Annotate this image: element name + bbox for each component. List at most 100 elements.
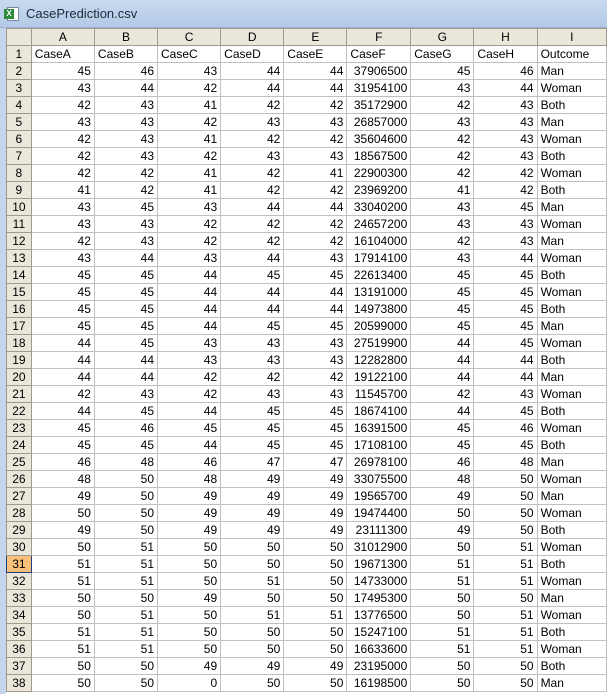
cell-a11[interactable]: 43 xyxy=(30,215,95,233)
cell-g29[interactable]: 49 xyxy=(410,521,475,539)
cell-c6[interactable]: 41 xyxy=(157,130,222,148)
cell-g22[interactable]: 44 xyxy=(410,402,475,420)
cell-f3[interactable]: 31954100 xyxy=(346,79,412,97)
cell-g25[interactable]: 46 xyxy=(410,453,475,471)
cell-c3[interactable]: 42 xyxy=(157,79,222,97)
cell-a26[interactable]: 48 xyxy=(30,470,95,488)
cell-e37[interactable]: 49 xyxy=(283,657,348,675)
cell-d25[interactable]: 47 xyxy=(220,453,285,471)
cell-a20[interactable]: 44 xyxy=(30,368,95,386)
cell-e24[interactable]: 45 xyxy=(283,436,348,454)
cell-h33[interactable]: 50 xyxy=(473,589,538,607)
cell-i21[interactable]: Woman xyxy=(536,385,607,403)
cell-e2[interactable]: 44 xyxy=(283,62,348,80)
row-header[interactable]: 21 xyxy=(6,385,32,403)
row-header[interactable]: 37 xyxy=(6,657,32,675)
cell-i36[interactable]: Woman xyxy=(536,640,607,658)
cell-i1[interactable]: Outcome xyxy=(536,45,607,63)
cell-g9[interactable]: 41 xyxy=(410,181,475,199)
cell-a27[interactable]: 49 xyxy=(30,487,95,505)
row-header[interactable]: 11 xyxy=(6,215,32,233)
cell-f2[interactable]: 37906500 xyxy=(346,62,412,80)
row-header[interactable]: 23 xyxy=(6,419,32,437)
cell-i10[interactable]: Man xyxy=(536,198,607,216)
cell-f27[interactable]: 19565700 xyxy=(346,487,412,505)
cell-b2[interactable]: 46 xyxy=(93,62,159,80)
cell-f10[interactable]: 33040200 xyxy=(346,198,412,216)
cell-e3[interactable]: 44 xyxy=(283,79,348,97)
cell-b13[interactable]: 44 xyxy=(93,249,159,267)
cell-i18[interactable]: Woman xyxy=(536,334,607,352)
cell-g20[interactable]: 44 xyxy=(410,368,475,386)
cell-i5[interactable]: Man xyxy=(536,113,607,131)
cell-d30[interactable]: 50 xyxy=(220,538,285,556)
cell-h32[interactable]: 51 xyxy=(473,572,538,590)
column-header-i[interactable]: I xyxy=(536,28,607,46)
cell-c25[interactable]: 46 xyxy=(157,453,222,471)
row-header[interactable]: 27 xyxy=(6,487,32,505)
cell-e7[interactable]: 43 xyxy=(283,147,348,165)
cell-a21[interactable]: 42 xyxy=(30,385,95,403)
cell-b9[interactable]: 42 xyxy=(93,181,159,199)
cell-h5[interactable]: 43 xyxy=(473,113,538,131)
row-header[interactable]: 26 xyxy=(6,470,32,488)
cell-i38[interactable]: Man xyxy=(536,674,607,692)
cell-e5[interactable]: 43 xyxy=(283,113,348,131)
cell-g17[interactable]: 45 xyxy=(410,317,475,335)
cell-e25[interactable]: 47 xyxy=(283,453,348,471)
cell-d32[interactable]: 51 xyxy=(220,572,285,590)
cell-g7[interactable]: 42 xyxy=(410,147,475,165)
cell-d21[interactable]: 43 xyxy=(220,385,285,403)
cell-c21[interactable]: 42 xyxy=(157,385,222,403)
cell-b7[interactable]: 43 xyxy=(93,147,159,165)
cell-b29[interactable]: 50 xyxy=(93,521,159,539)
cell-d37[interactable]: 49 xyxy=(220,657,285,675)
cell-f16[interactable]: 14973800 xyxy=(346,300,412,318)
row-header[interactable]: 12 xyxy=(6,232,32,250)
cell-c15[interactable]: 44 xyxy=(157,283,222,301)
cell-i35[interactable]: Both xyxy=(536,623,607,641)
cell-d9[interactable]: 42 xyxy=(220,181,285,199)
cell-g8[interactable]: 42 xyxy=(410,164,475,182)
cell-f20[interactable]: 19122100 xyxy=(346,368,412,386)
cell-i25[interactable]: Man xyxy=(536,453,607,471)
cell-c8[interactable]: 41 xyxy=(157,164,222,182)
cell-c24[interactable]: 44 xyxy=(157,436,222,454)
cell-h16[interactable]: 45 xyxy=(473,300,538,318)
cell-e9[interactable]: 42 xyxy=(283,181,348,199)
cell-i23[interactable]: Woman xyxy=(536,419,607,437)
cell-g21[interactable]: 42 xyxy=(410,385,475,403)
cell-g12[interactable]: 42 xyxy=(410,232,475,250)
cell-g35[interactable]: 51 xyxy=(410,623,475,641)
cell-a19[interactable]: 44 xyxy=(30,351,95,369)
cell-f5[interactable]: 26857000 xyxy=(346,113,412,131)
row-header[interactable]: 1 xyxy=(6,45,32,63)
cell-c29[interactable]: 49 xyxy=(157,521,222,539)
cell-f12[interactable]: 16104000 xyxy=(346,232,412,250)
cell-h31[interactable]: 51 xyxy=(473,555,538,573)
cell-f21[interactable]: 11545700 xyxy=(346,385,412,403)
cell-i11[interactable]: Woman xyxy=(536,215,607,233)
cell-e11[interactable]: 42 xyxy=(283,215,348,233)
cell-f1[interactable]: CaseF xyxy=(346,45,412,63)
cell-b5[interactable]: 43 xyxy=(93,113,159,131)
cell-g3[interactable]: 43 xyxy=(410,79,475,97)
cell-h10[interactable]: 45 xyxy=(473,198,538,216)
cell-b8[interactable]: 42 xyxy=(93,164,159,182)
cell-d15[interactable]: 44 xyxy=(220,283,285,301)
cell-b35[interactable]: 51 xyxy=(93,623,159,641)
cell-g34[interactable]: 50 xyxy=(410,606,475,624)
cell-f31[interactable]: 19671300 xyxy=(346,555,412,573)
cell-f30[interactable]: 31012900 xyxy=(346,538,412,556)
cell-c37[interactable]: 49 xyxy=(157,657,222,675)
cell-g24[interactable]: 45 xyxy=(410,436,475,454)
cell-g32[interactable]: 51 xyxy=(410,572,475,590)
row-header[interactable]: 28 xyxy=(6,504,32,522)
cell-a36[interactable]: 51 xyxy=(30,640,95,658)
cell-b28[interactable]: 50 xyxy=(93,504,159,522)
cell-h11[interactable]: 43 xyxy=(473,215,538,233)
cell-i29[interactable]: Both xyxy=(536,521,607,539)
cell-g13[interactable]: 43 xyxy=(410,249,475,267)
cell-f8[interactable]: 22900300 xyxy=(346,164,412,182)
cell-d10[interactable]: 44 xyxy=(220,198,285,216)
